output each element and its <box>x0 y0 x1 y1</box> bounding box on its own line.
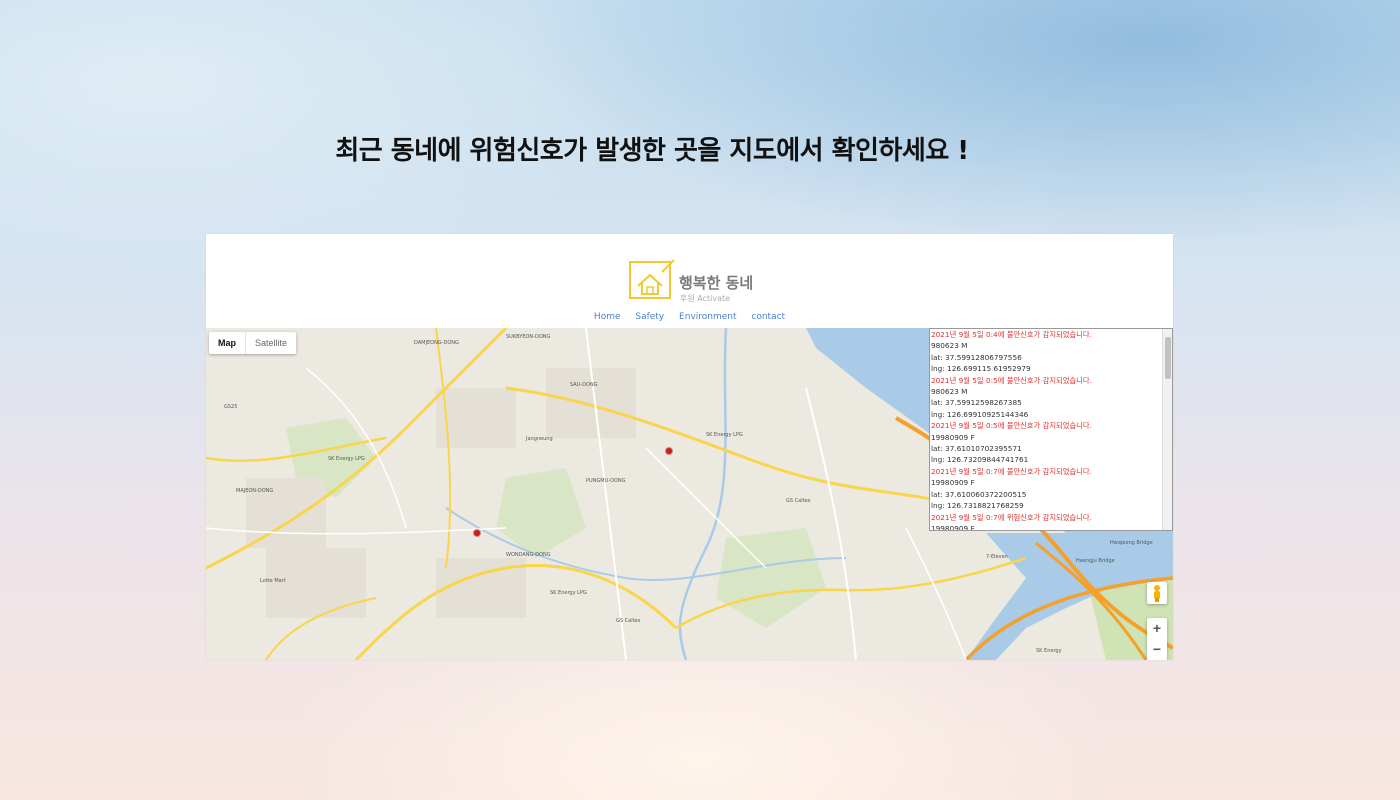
alert-detail: lat: 37.610060372200515 <box>931 489 1027 499</box>
scroll-thumb[interactable] <box>1165 337 1171 379</box>
map-type-control: Map Satellite <box>209 332 297 354</box>
map-label: Jangneung <box>526 436 553 442</box>
map-label: SAU-DONG <box>570 382 598 388</box>
map-label: 7-Eleven <box>986 554 1008 560</box>
logo-subtitle: 후원 Activate <box>680 294 731 303</box>
site-nav: Home Safety Environment contact <box>206 312 1173 322</box>
map-label: Hwajeong Bridge <box>1110 540 1153 546</box>
map-label: GS Caltex <box>786 498 811 504</box>
alert-message: 2021년 9월 5일 0:5에 불안신호가 감지되었습니다. <box>931 421 1092 431</box>
alert-detail: 980623 M <box>931 387 968 397</box>
nav-home[interactable]: Home <box>594 312 621 322</box>
map-label: Lotte Mart <box>260 578 286 584</box>
alert-message: 2021년 9월 5일 0:5에 불안신호가 감지되었습니다. <box>931 375 1092 385</box>
logo-title: 행복한 동네 <box>679 274 754 292</box>
alert-message: 2021년 9월 5일 0:7에 위험신호가 감지되었습니다. <box>931 512 1092 522</box>
map-label: MAJEON-DONG <box>236 488 274 494</box>
map-label: GS Caltex <box>616 618 641 624</box>
map-label: SK Energy LPG <box>706 432 743 438</box>
alert-detail: lat: 37.61010702395571 <box>931 444 1022 454</box>
alert-detail: lng: 126.7318821768259 <box>931 501 1024 511</box>
zoom-control: + − <box>1147 618 1167 660</box>
map-label: DAMJEONG-DONG <box>414 340 459 346</box>
alert-log-panel[interactable]: 2021년 9월 5일 0:4에 불안신호가 감지되었습니다. 980623 Ml… <box>929 328 1173 531</box>
zoom-out-button[interactable]: − <box>1147 639 1167 660</box>
web-page-screenshot: 행복한 동네 후원 Activate Home Safety Environme… <box>206 234 1173 660</box>
slide-title: 최근 동네에 위험신호가 발생한 곳을 지도에서 확인하세요 ! <box>335 136 969 166</box>
danger-marker[interactable] <box>666 448 672 454</box>
alert-detail: lng: 126.73209844741761 <box>931 455 1029 465</box>
map-label: SK Energy <box>1036 648 1062 654</box>
map-label: GS25 <box>224 404 238 410</box>
map-label: SUKBYEON-DONG <box>506 334 551 340</box>
alert-detail: lat: 37.59912598267385 <box>931 398 1022 408</box>
map-label: SK Energy LPG <box>328 456 365 462</box>
alert-detail: 19980909 F <box>931 432 975 442</box>
alert-detail: lng: 126.69910925144346 <box>931 409 1029 419</box>
alert-log-scrollbar[interactable] <box>1162 329 1172 530</box>
nav-safety[interactable]: Safety <box>635 312 664 322</box>
nav-environment[interactable]: Environment <box>679 312 736 322</box>
map-type-map-button[interactable]: Map <box>209 332 245 354</box>
alert-message: 2021년 9월 5일 0:7에 불안신호가 감지되었습니다. <box>931 466 1092 476</box>
site-header: 행복한 동네 후원 Activate Home Safety Environme… <box>206 234 1173 328</box>
nav-contact[interactable]: contact <box>751 312 785 322</box>
alert-message: 2021년 9월 5일 0:4에 불안신호가 감지되었습니다. <box>931 330 1092 339</box>
alert-log-content: 2021년 9월 5일 0:4에 불안신호가 감지되었습니다. 980623 Ml… <box>930 329 1172 531</box>
alert-detail: lng: 126.699115 61952979 <box>931 364 1031 374</box>
house-logo-icon <box>629 259 675 299</box>
map-label: WONDANG-DONG <box>506 552 551 558</box>
map-label: Haengju Bridge <box>1076 558 1115 564</box>
map-type-satellite-button[interactable]: Satellite <box>245 332 296 354</box>
street-view-pegman-icon[interactable] <box>1147 582 1167 604</box>
alert-detail: lat: 37.59912806797556 <box>931 352 1022 362</box>
map-label: SK Energy LPG <box>550 590 587 596</box>
danger-marker[interactable] <box>474 530 480 536</box>
alert-detail: 19980909 F <box>931 523 975 531</box>
alert-detail: 980623 M <box>931 341 968 351</box>
site-logo[interactable]: 행복한 동네 후원 Activate <box>628 258 758 306</box>
alert-detail: 19980909 F <box>931 478 975 488</box>
zoom-in-button[interactable]: + <box>1147 618 1167 639</box>
map-view[interactable]: DAMJEONG-DONG SUKBYEON-DONG SAU-DONG GS2… <box>206 328 1173 660</box>
map-label: PUNGMU-DONG <box>586 478 626 484</box>
